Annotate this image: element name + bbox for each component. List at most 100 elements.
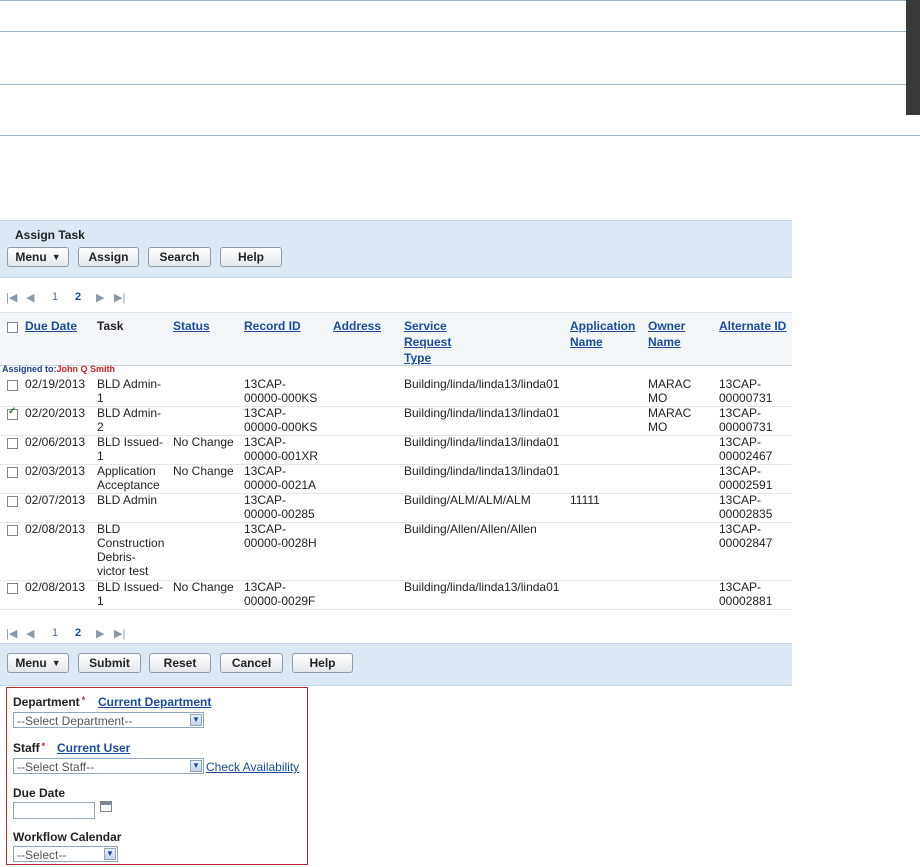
submit-button[interactable]: Submit — [78, 653, 141, 673]
cell-due-date: 02/07/2013 — [25, 493, 86, 507]
cell-alternate-id-line: 00000731 — [719, 391, 773, 405]
col-address[interactable]: Address — [333, 318, 381, 334]
cell-task-line: 1 — [97, 449, 104, 463]
next-page-icon[interactable]: ▶ — [96, 627, 104, 640]
cell-status: No Change — [173, 580, 234, 594]
cell-task-line: 2 — [97, 420, 104, 434]
table-row[interactable]: 02/08/2013 BLD Issued- 1 No Change 13CAP- 000… — [0, 580, 792, 610]
page-link-2[interactable]: 2 — [75, 291, 81, 303]
cell-task-line: Construction — [97, 536, 165, 550]
row-checkbox[interactable] — [7, 467, 18, 478]
table-row[interactable]: 02/08/2013 BLD Construction Debris-victor t… — [0, 522, 792, 581]
cell-owner-name-line: MARAC — [648, 406, 692, 420]
cell-record-id-line: 00000-00285 — [244, 507, 315, 521]
cell-alternate-id-line: 13CAP- — [719, 435, 762, 449]
chevron-down-icon: ▼ — [190, 760, 202, 772]
row-checkbox[interactable] — [7, 583, 18, 594]
department-select[interactable]: --Select Department-- ▼ — [13, 712, 204, 728]
search-button[interactable]: Search — [148, 247, 211, 267]
col-application-name[interactable]: Application Name — [570, 318, 635, 350]
page-link-1[interactable]: 1 — [52, 627, 58, 639]
assignment-form: Department * Current Department --Select … — [6, 687, 308, 865]
current-department-link[interactable]: Current Department — [98, 695, 211, 709]
table-row[interactable]: 02/20/2013BLD Admin-213CAP-00000-000KSBu… — [0, 406, 792, 436]
col-label-part: Application — [570, 319, 636, 333]
cell-status: No Change — [173, 464, 234, 478]
cell-record-id: 13CAP- 00000-000KS — [244, 406, 317, 434]
col-due-date[interactable]: Due Date — [25, 318, 77, 334]
first-page-icon[interactable]: |◀ — [6, 291, 17, 304]
col-alternate-id[interactable]: Alternate ID — [719, 318, 786, 334]
menu-button[interactable]: Menu ▼ — [7, 247, 69, 267]
help-button-label: Help — [309, 656, 336, 670]
last-page-icon[interactable]: ▶| — [114, 291, 125, 304]
cell-alternate-id-line: 00002881 — [719, 594, 773, 608]
cell-due-date: 02/08/2013 — [25, 522, 86, 536]
staff-select[interactable]: --Select Staff-- ▼ — [13, 758, 204, 774]
table-row[interactable]: 02/06/2013 BLD Issued- 1 No Change 13CAP- 000… — [0, 435, 792, 465]
table-row[interactable]: 02/03/2013 Application Acceptance No Change… — [0, 464, 792, 494]
help-button-label: Help — [237, 250, 264, 264]
check-availability-link[interactable]: Check Availability — [206, 760, 299, 774]
prev-page-icon[interactable]: ◀ — [26, 627, 34, 640]
row-checkbox[interactable] — [7, 438, 18, 449]
next-page-icon[interactable]: ▶ — [96, 291, 104, 304]
workflow-select-value: --Select-- — [17, 848, 67, 862]
row-checkbox[interactable] — [7, 380, 18, 391]
col-label-part: Name — [570, 335, 603, 349]
cell-due-date: 02/03/2013 — [25, 464, 86, 478]
cell-record-id-line: 00000-0028H — [244, 536, 317, 550]
col-owner-name[interactable]: Owner Name — [648, 318, 685, 350]
cell-alternate-id: 13CAP- 00002881 — [719, 580, 772, 608]
page-link-1[interactable]: 1 — [52, 291, 58, 303]
first-page-icon[interactable]: |◀ — [6, 627, 17, 640]
col-record-id[interactable]: Record ID — [244, 318, 301, 334]
calendar-icon[interactable] — [100, 801, 112, 812]
cell-alternate-id: 13CAP- 00002847 — [719, 522, 772, 550]
chevron-down-icon: ▼ — [104, 848, 116, 860]
cell-alternate-id-line: 00002591 — [719, 478, 773, 492]
cell-alternate-id: 13CAP- 00002591 — [719, 464, 772, 492]
cell-record-id-line: 13CAP- — [244, 377, 287, 391]
staff-label-text: Staff — [13, 741, 40, 755]
help-button[interactable]: Help — [292, 653, 353, 673]
cell-alternate-id: 13CAP- 00000731 — [719, 406, 772, 434]
prev-page-icon[interactable]: ◀ — [26, 291, 34, 304]
col-service-request-type[interactable]: Service Request Type — [404, 318, 451, 366]
table-row[interactable]: 02/19/2013 BLD Admin- 1 13CAP- 00000-000KS Bu… — [0, 377, 792, 407]
page-link-2[interactable]: 2 — [75, 627, 81, 639]
cell-due-date: 02/06/2013 — [25, 435, 86, 449]
menu-button[interactable]: Menu ▼ — [7, 653, 69, 673]
department-label-text: Department — [13, 695, 80, 709]
select-all-checkbox[interactable] — [7, 322, 18, 333]
last-page-icon[interactable]: ▶| — [114, 627, 125, 640]
assign-button[interactable]: Assign — [78, 247, 139, 267]
row-checkbox[interactable] — [7, 406, 18, 420]
cell-alternate-id-line: 13CAP- — [719, 493, 762, 507]
cell-alternate-id-line: 00002847 — [719, 536, 773, 550]
help-button[interactable]: Help — [220, 247, 282, 267]
cell-task-line: BLD Issued- — [97, 435, 164, 449]
workflow-calendar-select[interactable]: --Select-- ▼ — [13, 846, 118, 862]
cell-owner-name-line: MO — [648, 420, 668, 434]
current-user-link[interactable]: Current User — [57, 741, 130, 755]
due-date-input[interactable] — [13, 802, 95, 819]
table-row[interactable]: 02/07/2013 BLD Admin 13CAP- 00000-00285 Buil… — [0, 493, 792, 523]
cancel-button[interactable]: Cancel — [220, 653, 283, 673]
cell-alternate-id-line: 00002835 — [719, 507, 773, 521]
cell-alternate-id-line: 13CAP- — [719, 406, 762, 420]
reset-button[interactable]: Reset — [149, 653, 211, 673]
assigned-label: Assigned to: — [2, 364, 57, 374]
row-checkbox[interactable] — [7, 525, 18, 536]
row-checkbox[interactable] — [7, 496, 18, 507]
cell-service-request-type: Building/ALM/ALM/ALM — [404, 493, 531, 507]
required-marker: * — [41, 741, 46, 751]
scrollbar[interactable] — [906, 0, 920, 115]
pager-bottom: |◀ ◀ 1 2 ▶ ▶| — [6, 627, 136, 641]
panel-title: Assign Task — [15, 228, 85, 242]
menu-dropdown-icon: ▼ — [51, 252, 61, 262]
col-status[interactable]: Status — [173, 318, 210, 334]
cell-service-request-type: Building/linda/linda13/linda01 — [404, 406, 560, 420]
cell-task-line: BLD Issued- — [97, 580, 164, 594]
cell-task-line: 1 — [97, 391, 104, 405]
